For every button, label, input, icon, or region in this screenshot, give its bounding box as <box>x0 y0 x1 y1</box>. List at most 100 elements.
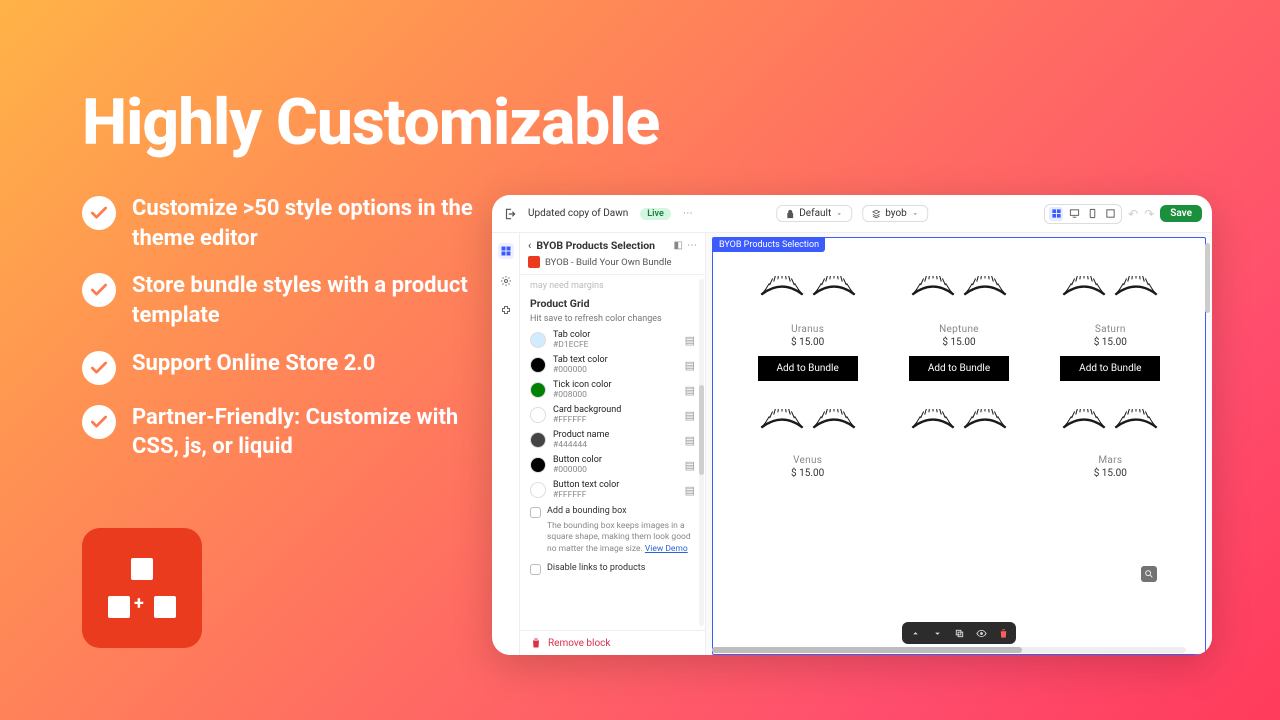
remove-block-button[interactable]: Remove block <box>548 638 610 649</box>
app-name-label: BYOB - Build Your Own Bundle <box>545 257 672 268</box>
swatch-options-icon[interactable]: ▤ <box>685 334 695 347</box>
swatch-options-icon[interactable]: ▤ <box>685 484 695 497</box>
color-swatch[interactable] <box>530 457 546 473</box>
swatch-options-icon[interactable]: ▤ <box>685 434 695 447</box>
product-name: Venus <box>737 455 878 466</box>
color-swatch-row[interactable]: Button text color #FFFFFF ▤ <box>530 480 695 500</box>
swatch-options-icon[interactable]: ▤ <box>685 409 695 422</box>
back-icon[interactable]: ‹ <box>528 239 531 252</box>
redo-icon[interactable]: ↷ <box>1144 207 1154 221</box>
swatch-hex: #444444 <box>553 440 678 450</box>
theme-name[interactable]: Updated copy of Dawn <box>528 208 628 219</box>
selected-section-frame[interactable]: BYOB Products Selection Uranus $ 15.00 A… <box>712 237 1206 655</box>
product-card: Saturn $ 15.00 Add to Bundle <box>1040 262 1181 381</box>
delete-icon[interactable] <box>996 626 1010 640</box>
hero-title: Highly Customizable <box>82 85 659 160</box>
move-up-icon[interactable] <box>908 626 922 640</box>
product-price: $ 15.00 <box>1040 468 1181 479</box>
duplicate-icon[interactable] <box>952 626 966 640</box>
template-selector[interactable]: byob <box>862 205 928 222</box>
bullet-item: Store bundle styles with a product templ… <box>82 271 482 330</box>
add-to-bundle-button[interactable]: Add to Bundle <box>1060 356 1160 381</box>
app-badge-icon <box>528 256 540 268</box>
color-swatch-row[interactable]: Tick icon color #008000 ▤ <box>530 380 695 400</box>
exit-icon[interactable] <box>502 206 518 222</box>
device-desktop-icon[interactable] <box>1067 207 1081 221</box>
preview-canvas: BYOB Products Selection Uranus $ 15.00 A… <box>706 233 1212 655</box>
color-swatch[interactable] <box>530 382 546 398</box>
add-to-bundle-button[interactable]: Add to Bundle <box>758 356 858 381</box>
color-swatch-row[interactable]: Button color #000000 ▤ <box>530 455 695 475</box>
swatch-name: Product name <box>553 430 678 440</box>
swatch-name: Tab text color <box>553 355 678 365</box>
color-swatch-row[interactable]: Card background #FFFFFF ▤ <box>530 405 695 425</box>
bullet-text: Partner-Friendly: Customize with CSS, js… <box>132 403 482 462</box>
left-rail <box>492 233 520 655</box>
template-selector-label: byob <box>885 208 907 219</box>
bullet-item: Support Online Store 2.0 <box>82 349 482 385</box>
color-swatch[interactable] <box>530 407 546 423</box>
floating-toolbar <box>902 622 1016 644</box>
save-button[interactable]: Save <box>1160 205 1202 222</box>
product-image <box>1040 395 1181 451</box>
sections-icon[interactable] <box>498 243 514 259</box>
swatch-hex: #000000 <box>553 465 678 475</box>
canvas-hscroll-thumb[interactable] <box>712 647 1022 653</box>
color-swatch[interactable] <box>530 432 546 448</box>
view-demo-link[interactable]: View Demo <box>645 544 688 554</box>
add-to-bundle-button[interactable]: Add to Bundle <box>909 356 1009 381</box>
color-swatch-row[interactable]: Tab text color #000000 ▤ <box>530 355 695 375</box>
product-name: Saturn <box>1040 324 1181 335</box>
visibility-icon[interactable]: ◧ <box>674 240 683 251</box>
product-image <box>888 395 1029 451</box>
swatch-options-icon[interactable]: ▤ <box>685 459 695 472</box>
canvas-vscroll-thumb[interactable] <box>1205 243 1210 313</box>
swatch-name: Button color <box>553 455 678 465</box>
zoom-icon[interactable] <box>1141 566 1157 582</box>
device-preview-group <box>1044 204 1122 224</box>
bullet-text: Customize >50 style options in the theme… <box>132 194 482 253</box>
check-icon <box>82 351 116 385</box>
move-down-icon[interactable] <box>930 626 944 640</box>
settings-panel: ‹ BYOB Products Selection ◧ ⋯ BYOB - Bui… <box>520 233 706 655</box>
page-selector[interactable]: Default <box>776 205 852 222</box>
swatch-hex: #000000 <box>553 365 678 375</box>
page-selector-label: Default <box>799 208 831 219</box>
theme-settings-icon[interactable] <box>498 273 514 289</box>
product-name: Uranus <box>737 324 878 335</box>
swatch-options-icon[interactable]: ▤ <box>685 359 695 372</box>
product-price: $ 15.00 <box>888 337 1029 348</box>
disable-links-checkbox[interactable] <box>530 564 541 575</box>
color-swatch-row[interactable]: Tab color #D1ECFE ▤ <box>530 330 695 350</box>
editor-topbar: Updated copy of Dawn Live ⋯ Default byob <box>492 195 1212 233</box>
bullet-text: Support Online Store 2.0 <box>132 349 375 379</box>
app-logo: + <box>82 528 202 648</box>
device-fullscreen-icon[interactable] <box>1103 207 1117 221</box>
color-swatch[interactable] <box>530 482 546 498</box>
swatch-hex: #D1ECFE <box>553 340 678 350</box>
app-embeds-icon[interactable] <box>498 303 514 319</box>
swatch-options-icon[interactable]: ▤ <box>685 384 695 397</box>
device-inspector-icon[interactable] <box>1049 207 1063 221</box>
swatch-name: Tick icon color <box>553 380 678 390</box>
color-swatch[interactable] <box>530 357 546 373</box>
color-swatch-row[interactable]: Product name #444444 ▤ <box>530 430 695 450</box>
panel-more-icon[interactable]: ⋯ <box>687 240 697 251</box>
hide-icon[interactable] <box>974 626 988 640</box>
check-icon <box>82 405 116 439</box>
product-image <box>1040 262 1181 318</box>
disable-links-label: Disable links to products <box>547 563 645 573</box>
product-card: Uranus $ 15.00 Add to Bundle <box>737 262 878 381</box>
check-icon <box>82 273 116 307</box>
color-swatch[interactable] <box>530 332 546 348</box>
section-hint: Hit save to refresh color changes <box>530 314 695 324</box>
more-icon[interactable]: ⋯ <box>683 208 693 219</box>
device-mobile-icon[interactable] <box>1085 207 1099 221</box>
product-card: Neptune $ 15.00 Add to Bundle <box>888 262 1029 381</box>
live-badge: Live <box>640 208 671 220</box>
undo-icon[interactable]: ↶ <box>1128 207 1138 221</box>
product-card: Mars $ 15.00 <box>1040 395 1181 479</box>
bounding-box-checkbox[interactable] <box>530 507 541 518</box>
swatch-name: Tab color <box>553 330 678 340</box>
panel-scrollbar-thumb[interactable] <box>699 385 704 475</box>
